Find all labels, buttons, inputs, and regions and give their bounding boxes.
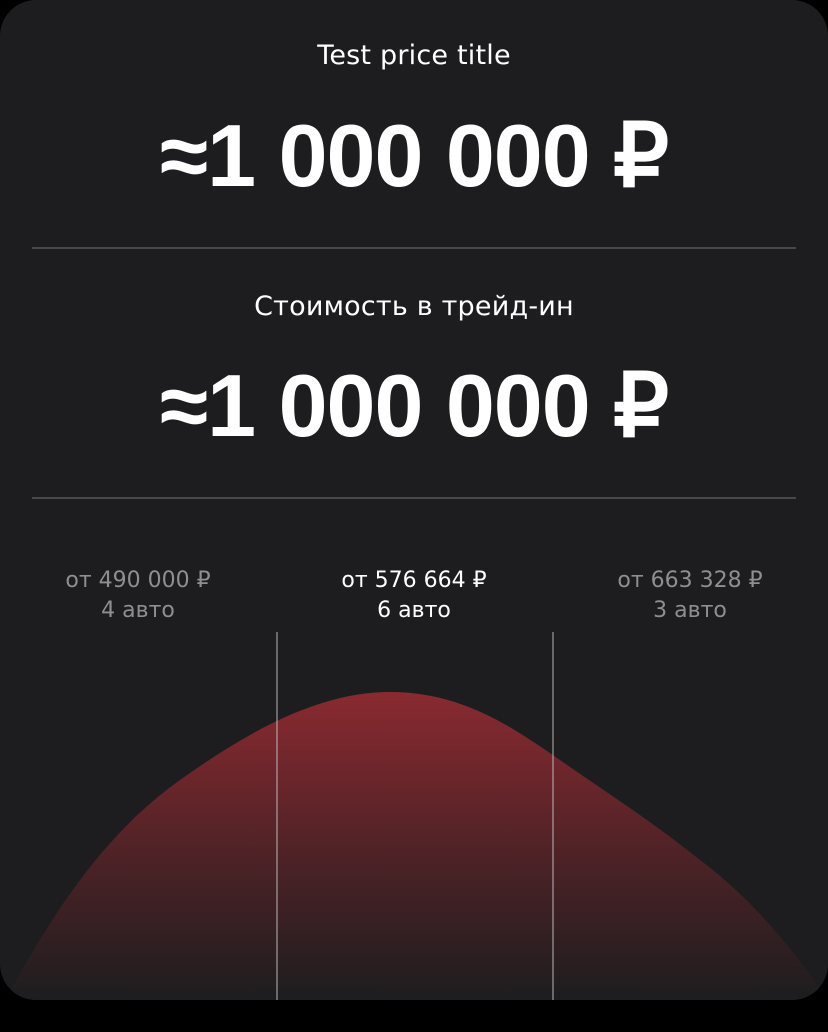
- price-card: Test price title ≈1 000 000 ₽ Стоимость …: [0, 0, 828, 1000]
- price-value: ≈1 000 000 ₽: [159, 106, 669, 205]
- price-title: Test price title: [317, 40, 511, 71]
- price-distribution-chart: [0, 632, 828, 1000]
- trade-in-value: ≈1 000 000 ₽: [159, 356, 669, 455]
- divider: [32, 247, 796, 249]
- trade-in-title: Стоимость в трейд-ин: [254, 291, 574, 322]
- distribution-curve: [0, 692, 828, 1000]
- divider: [32, 497, 796, 499]
